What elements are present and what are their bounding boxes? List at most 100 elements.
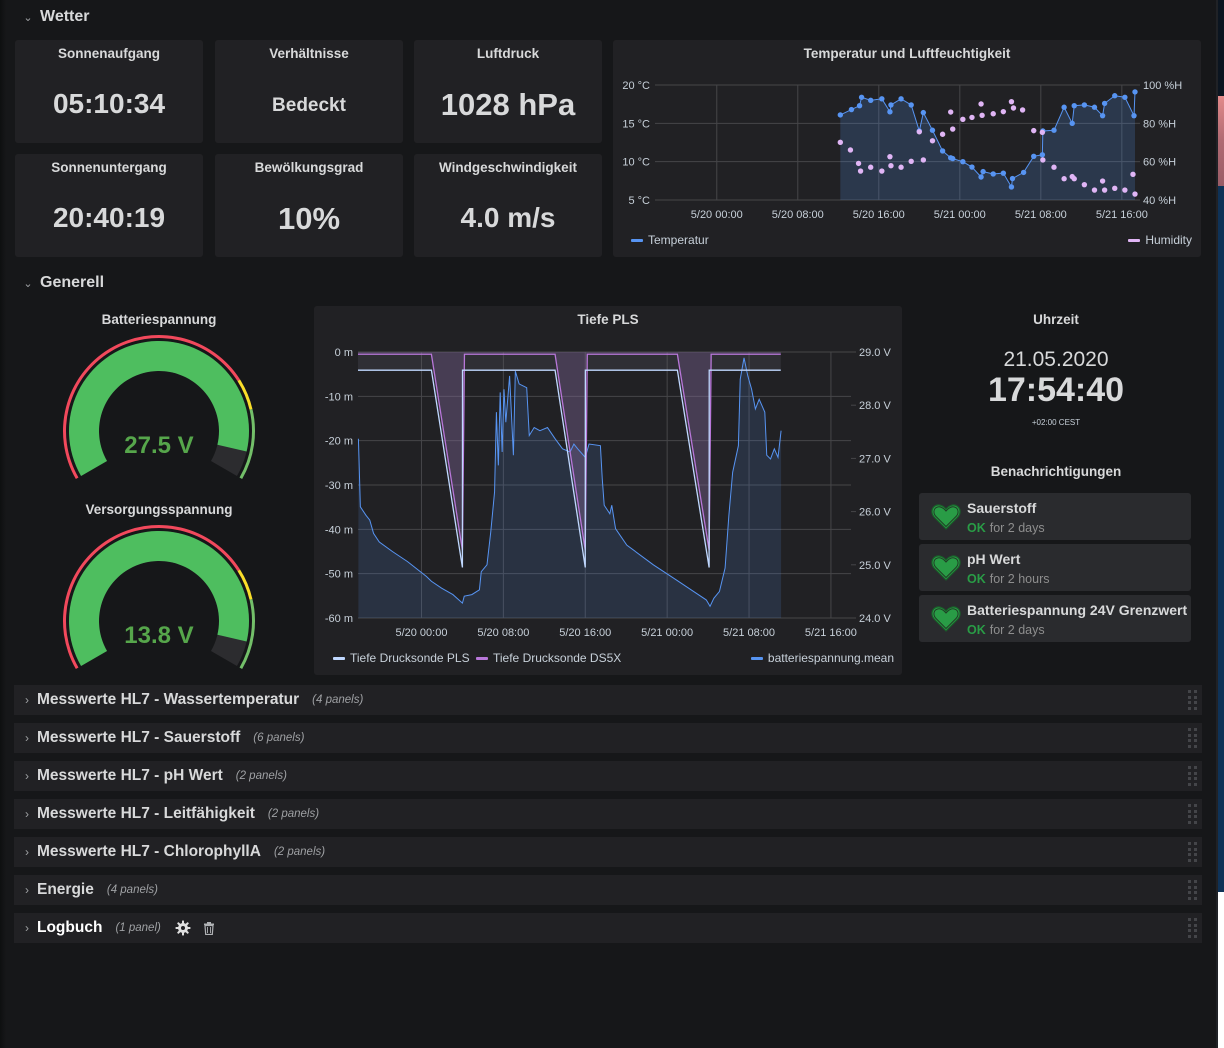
drag-handle-icon[interactable] <box>1188 842 1198 862</box>
clock-panel[interactable]: Uhrzeit 21.05.2020 17:54:40 +02:00 CEST <box>912 306 1200 446</box>
legend-item-ds5x[interactable]: Tiefe Drucksonde DS5X <box>476 651 621 665</box>
temperature-point <box>1091 104 1098 110</box>
humidity-point <box>1101 187 1108 193</box>
stat-panel-sonnenuntergang[interactable]: Sonnenuntergang 20:40:19 <box>15 154 203 257</box>
humidity-point <box>847 147 854 153</box>
chevron-right-icon: › <box>25 807 29 821</box>
drag-handle-icon[interactable] <box>1188 918 1198 938</box>
row-title: Wetter <box>40 8 90 25</box>
temperature-point <box>1009 175 1016 182</box>
x-tick-label: 5/20 16:00 <box>559 627 611 639</box>
alert-state-line: OK for 2 days <box>967 521 1045 535</box>
temperature-point <box>867 97 874 104</box>
x-tick-label: 5/21 16:00 <box>805 627 857 639</box>
row-title: Messwerte HL7 - ChlorophyllA <box>37 843 261 860</box>
alert-item[interactable]: Batteriespannung 24V Grenzwert OK for 2 d… <box>919 595 1191 642</box>
temperature-point <box>1132 89 1138 95</box>
drag-handle-icon[interactable] <box>1188 880 1198 900</box>
temperature-humidity-chart[interactable]: 5 °C 10 °C 15 °C 20 °C 40 %H 60 %H 80 %H 100 %H… <box>613 40 1201 257</box>
panel-title: Windgeschwindigkeit <box>439 160 577 175</box>
gauge-panel-batteriespannung[interactable]: Batteriespannung 27.5 V <box>14 306 304 486</box>
drag-handle-icon[interactable] <box>1188 690 1198 710</box>
drag-handle-icon[interactable] <box>1188 728 1198 748</box>
humidity-point <box>1091 187 1098 193</box>
clock-time: 17:54:40 <box>987 371 1125 409</box>
legend-item-battery-mean[interactable]: batteriespannung.mean <box>750 651 894 665</box>
legend-item-pls[interactable]: Tiefe Drucksonde PLS <box>333 651 470 665</box>
row-panel-count: (6 panels) <box>253 732 305 744</box>
y-tick-label-left: 20 °C <box>622 80 650 92</box>
tiefe-pls-chart[interactable]: -60 m -50 m -40 m -30 m -20 m -10 m 0 m 24.0 V 2… <box>314 306 902 675</box>
temperature-point <box>1051 127 1057 133</box>
humidity-point <box>908 158 914 164</box>
humidity-point <box>898 164 904 170</box>
alert-duration: for 2 days <box>989 521 1045 535</box>
y-tick-label-left: -50 m <box>325 569 353 581</box>
alert-name: pH Wert <box>967 551 1021 567</box>
humidity-point <box>1039 129 1046 136</box>
row-wassertemperatur[interactable]: › Messwerte HL7 - Wassertemperatur (4 pa… <box>14 685 1202 715</box>
y-tick-label-right: 24.0 V <box>859 613 891 625</box>
stat-panel-windgeschwindigkeit[interactable]: Windgeschwindigkeit 4.0 m/s <box>414 154 602 257</box>
row-sauerstoff[interactable]: › Messwerte HL7 - Sauerstoff (6 panels) <box>14 723 1202 753</box>
temperature-point <box>960 158 966 165</box>
row-panel-count: (2 panels) <box>267 808 320 820</box>
temperature-point <box>1008 184 1015 190</box>
gear-icon[interactable] <box>175 920 191 936</box>
window-left-edge <box>0 0 6 1048</box>
y-tick-label-right: 100 %H <box>1143 80 1182 92</box>
chevron-right-icon: › <box>25 769 29 783</box>
row-title: Messwerte HL7 - Sauerstoff <box>37 729 241 746</box>
temperature-point <box>1069 120 1075 127</box>
stat-value: 20:40:19 <box>52 202 166 233</box>
graph-panel-temperatur-luftfeuchtigkeit[interactable]: Temperatur und Luftfeuchtigkeit 5 °C 10 °… <box>613 40 1201 257</box>
alert-state-line: OK for 2 hours <box>967 572 1050 586</box>
humidity-point <box>1008 98 1015 105</box>
drag-handle-icon[interactable] <box>1188 804 1198 824</box>
row-ph-wert[interactable]: › Messwerte HL7 - pH Wert (2 panels) <box>14 761 1202 791</box>
panel-title: Benachrichtigungen <box>990 464 1122 479</box>
temperature-point <box>929 127 936 133</box>
legend-swatch <box>750 656 763 660</box>
alert-duration: for 2 hours <box>989 572 1050 586</box>
humidity-point <box>969 114 975 121</box>
alert-item[interactable]: pH Wert OK for 2 hours <box>919 544 1191 591</box>
row-logbuch[interactable]: › Logbuch (1 panel) <box>14 913 1202 943</box>
row-energie[interactable]: › Energie (4 panels) <box>14 875 1202 905</box>
row-chlorophylla[interactable]: › Messwerte HL7 - ChlorophyllA (2 panels… <box>14 837 1202 867</box>
stat-panel-luftdruck[interactable]: Luftdruck 1028 hPa <box>414 40 602 143</box>
temperature-point <box>858 94 865 100</box>
legend-item-humidity[interactable]: Humidity <box>1128 233 1192 247</box>
drag-handle-icon[interactable] <box>1188 766 1198 786</box>
stat-panel-bewoelkungsgrad[interactable]: Bewölkungsgrad 10% <box>215 154 403 257</box>
alert-item[interactable]: Sauerstoff OK for 2 days <box>919 493 1191 540</box>
legend-label: batteriespannung.mean <box>767 651 894 665</box>
row-title: Messwerte HL7 - Leitfähigkeit <box>37 805 255 822</box>
temperature-point <box>1099 112 1106 119</box>
row-leitfaehigkeit[interactable]: › Messwerte HL7 - Leitfähigkeit (2 panel… <box>14 799 1202 829</box>
stat-panel-sonnenaufgang[interactable]: Sonnenaufgang 05:10:34 <box>15 40 203 143</box>
graph-panel-tiefe-pls[interactable]: Tiefe PLS -60 m -50 m -40 m -30 m -20 m -10 m… <box>314 306 902 675</box>
x-tick-label: 5/20 00:00 <box>691 209 743 221</box>
row-title: Logbuch <box>37 919 103 936</box>
humidity-point <box>1099 178 1106 184</box>
temperature-point <box>990 171 996 177</box>
legend-item-temperatur[interactable]: Temperatur <box>631 233 709 247</box>
stat-value: 1028 hPa <box>440 87 576 122</box>
humidity-point <box>1112 185 1118 192</box>
temperature-point <box>978 174 984 180</box>
row-title: Messwerte HL7 - Wassertemperatur <box>37 691 300 708</box>
row-panel-count: (2 panels) <box>235 770 287 782</box>
gauge-panel-versorgungsspannung[interactable]: Versorgungsspannung 13.8 V <box>14 496 304 676</box>
panel-title: Uhrzeit <box>1033 312 1079 327</box>
trash-icon[interactable] <box>203 921 215 935</box>
row-generell-header[interactable]: ⌄ Generell <box>14 268 104 298</box>
stat-panel-verhaeltnisse[interactable]: Verhältnisse Bedeckt <box>215 40 403 143</box>
temperature-point <box>908 102 914 108</box>
x-tick-label: 5/21 16:00 <box>1096 209 1148 221</box>
temperature-point <box>1061 104 1067 110</box>
alert-state-line: OK for 2 days <box>967 623 1045 637</box>
temperature-point <box>1112 93 1118 99</box>
humidity-point <box>1132 191 1138 197</box>
row-wetter-header[interactable]: ⌄ Wetter <box>14 2 90 32</box>
